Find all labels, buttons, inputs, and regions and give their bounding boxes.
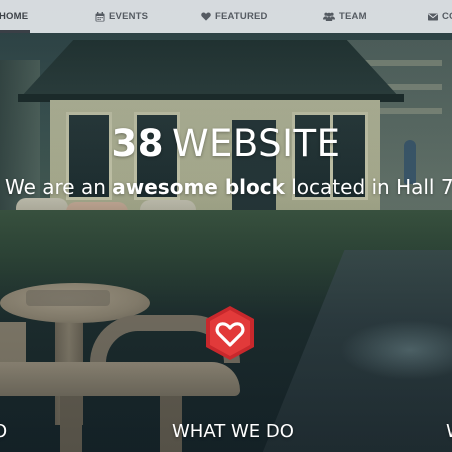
- heart-icon: [201, 12, 211, 21]
- hero-subtitle-post: located in Hall 7: [284, 175, 452, 199]
- hero-background-photo: [0, 0, 452, 452]
- envelope-icon: [428, 13, 438, 21]
- section-tab-left[interactable]: O: [0, 421, 7, 442]
- hero-subtitle-bold: awesome block: [112, 175, 285, 199]
- hero-subtitle-pre: We are an: [5, 175, 113, 199]
- nav-home-label: HOME: [0, 11, 29, 22]
- section-tab-right[interactable]: W: [446, 421, 452, 442]
- page: HOME EVENTS FEATURED TEAM C 38 WEBSITE W…: [0, 0, 452, 452]
- photo-overlay: [0, 0, 452, 452]
- top-navbar: HOME EVENTS FEATURED TEAM C: [0, 0, 452, 33]
- nav-featured[interactable]: FEATURED: [201, 0, 268, 33]
- nav-events[interactable]: EVENTS: [95, 0, 148, 33]
- nav-featured-label: FEATURED: [215, 11, 268, 22]
- hero-subtitle: We are an awesome block located in Hall …: [5, 175, 452, 199]
- hero-title-number: 38: [111, 122, 164, 165]
- nav-contact-label: CO: [442, 11, 452, 22]
- calendar-icon: [95, 11, 105, 22]
- hero-title: 38 WEBSITE: [0, 122, 452, 165]
- nav-contact[interactable]: CO: [428, 0, 452, 33]
- nav-team-label: TEAM: [339, 11, 367, 22]
- active-nav-indicator: [0, 30, 30, 33]
- section-tab-what-we-do[interactable]: WHAT WE DO: [172, 421, 294, 442]
- nav-events-label: EVENTS: [109, 11, 149, 22]
- users-icon: [323, 12, 335, 21]
- hero-title-word: WEBSITE: [171, 122, 341, 165]
- nav-team[interactable]: TEAM: [323, 0, 367, 33]
- nav-home[interactable]: HOME: [0, 0, 28, 33]
- heart-hexagon-icon[interactable]: [204, 305, 256, 361]
